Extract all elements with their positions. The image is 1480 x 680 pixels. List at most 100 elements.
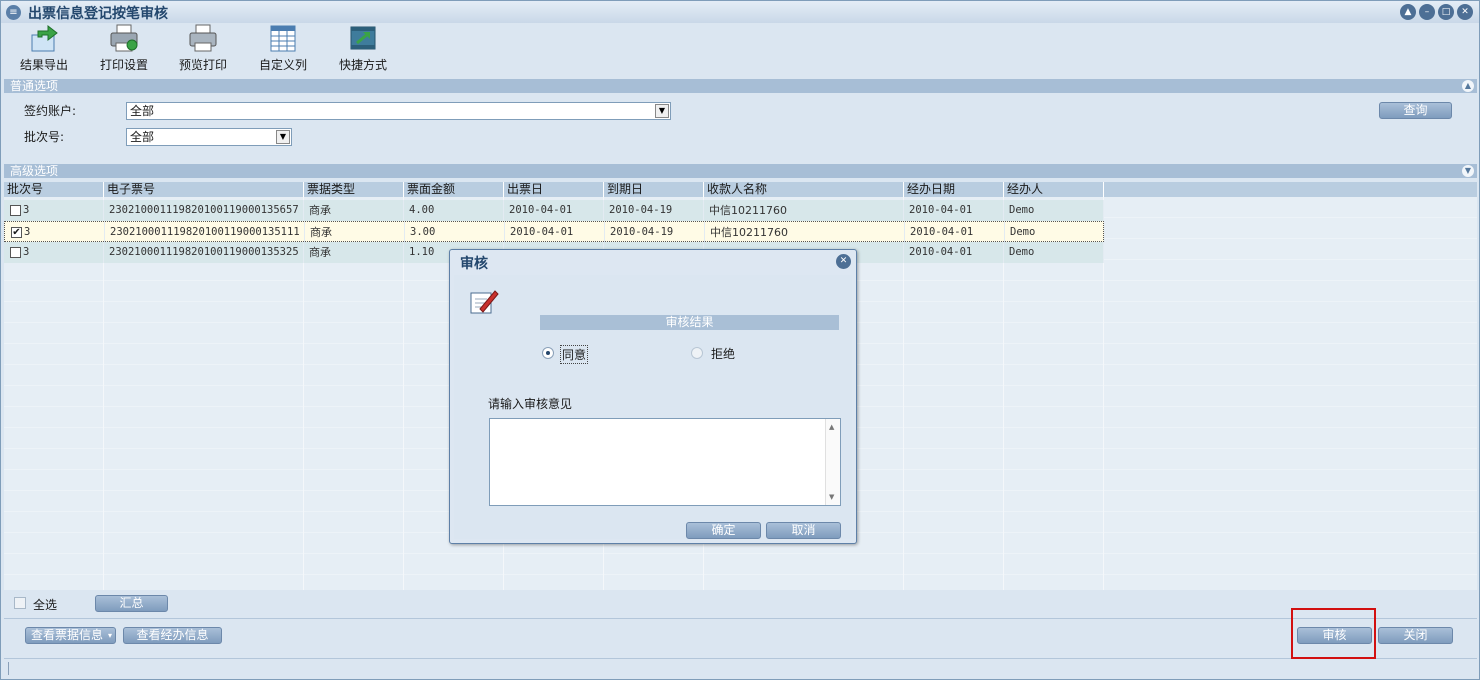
- dialog-title: 审核: [460, 256, 488, 272]
- edit-note-icon: [470, 290, 499, 314]
- title-bar: ≡ 出票信息登记按笔审核 ▲ – □ ✕: [1, 1, 1479, 23]
- chevron-down-icon[interactable]: ▼: [276, 130, 290, 144]
- select-all-checkbox[interactable]: [14, 597, 26, 609]
- audit-button-highlight: [1291, 608, 1376, 659]
- export-button[interactable]: 结果导出: [9, 23, 79, 77]
- shortcut-icon: [350, 26, 376, 50]
- reject-label[interactable]: 拒绝: [711, 345, 735, 362]
- cell-handler: Demo: [1005, 222, 1105, 243]
- grid-footer: 全选 汇总: [4, 593, 1477, 615]
- cell-due-date: 2010-04-19: [604, 200, 704, 221]
- column-header[interactable]: 到期日: [604, 182, 704, 197]
- account-label: 签约账户:: [24, 104, 77, 118]
- advanced-options-header[interactable]: 高级选项 ▼: [4, 164, 1477, 178]
- cell-amount: 3.00: [405, 222, 505, 243]
- chevron-down-icon[interactable]: ▼: [655, 104, 669, 118]
- window-menu-icon[interactable]: ≡: [6, 5, 21, 20]
- main-window: ≡ 出票信息登记按笔审核 ▲ – □ ✕ 结果导出 打印设置 预览打印 自定义列…: [0, 0, 1480, 680]
- status-bar: [4, 658, 1477, 678]
- column-header[interactable]: 票据类型: [304, 182, 404, 197]
- result-section-title: 审核结果: [540, 315, 839, 330]
- normal-options-header[interactable]: 普通选项 ▲: [4, 79, 1477, 93]
- column-header[interactable]: 出票日: [504, 182, 604, 197]
- cell-ticket-no: 230210001119820100119000135657: [104, 200, 304, 221]
- query-button[interactable]: 查询: [1379, 102, 1452, 119]
- cell-ticket-no: 230210001119820100119000135325: [104, 242, 304, 263]
- column-header[interactable]: 票面金额: [404, 182, 504, 197]
- close-button[interactable]: 关闭: [1378, 627, 1453, 644]
- action-bar: 查看票据信息 ▾ 查看经办信息 审核 关闭: [4, 618, 1477, 654]
- cell-handler: Demo: [1004, 242, 1104, 263]
- shortcut-button[interactable]: 快捷方式: [328, 23, 398, 77]
- print-settings-icon: [110, 24, 138, 52]
- print-preview-icon: [189, 24, 217, 52]
- cell-type: 商承: [305, 222, 405, 243]
- column-header[interactable]: 批次号: [4, 182, 104, 197]
- summary-button[interactable]: 汇总: [95, 595, 168, 612]
- column-header[interactable]: 经办人: [1004, 182, 1104, 197]
- cell-batch: 3: [21, 222, 105, 243]
- cell-type: 商承: [304, 242, 404, 263]
- account-select-value: 全部: [130, 104, 155, 118]
- maximize-icon[interactable]: □: [1438, 4, 1454, 20]
- textarea-scrollbar[interactable]: ▲ ▼: [825, 419, 840, 505]
- window-title: 出票信息登记按笔审核: [28, 6, 168, 22]
- grid-header: 批次号 电子票号 票据类型 票面金额 出票日 到期日 收款人名称 经办日期 经办…: [4, 182, 1477, 197]
- opinion-label: 请输入审核意见: [488, 397, 573, 411]
- help-icon[interactable]: ▲: [1400, 4, 1416, 20]
- window-controls: ▲ – □ ✕: [1400, 4, 1473, 20]
- cell-batch: 3: [20, 242, 104, 263]
- cell-due-date: 2010-04-19: [605, 222, 705, 243]
- print-settings-button[interactable]: 打印设置: [89, 23, 159, 77]
- view-handle-button[interactable]: 查看经办信息: [123, 627, 222, 644]
- confirm-button[interactable]: 确定: [686, 522, 761, 539]
- scroll-down-icon[interactable]: ▼: [829, 493, 834, 501]
- cell-handle-date: 2010-04-01: [904, 200, 1004, 221]
- close-icon[interactable]: ✕: [1457, 4, 1473, 20]
- account-select[interactable]: 全部 ▼: [126, 102, 671, 120]
- cell-issue-date: 2010-04-01: [504, 200, 604, 221]
- table-row-selected[interactable]: ✔ 3 230210001119820100119000135111 商承 3.…: [4, 221, 1105, 243]
- column-header[interactable]: 收款人名称: [704, 182, 904, 197]
- advanced-options-title: 高级选项: [10, 164, 59, 178]
- dialog-body: 审核结果 同意 拒绝 请输入审核意见 ▲ ▼ 确定 取消: [454, 275, 852, 539]
- cell-handle-date: 2010-04-01: [904, 242, 1004, 263]
- cell-ticket-no: 230210001119820100119000135111: [105, 222, 305, 243]
- audit-dialog: 审核 ✕ 审核结果 同意 拒绝 请输入审核意见 ▲ ▼ 确定 取消: [449, 249, 857, 544]
- view-ticket-button[interactable]: 查看票据信息 ▾: [25, 627, 116, 644]
- view-ticket-label: 查看票据信息: [31, 628, 104, 642]
- batch-label: 批次号:: [24, 130, 65, 144]
- cell-payee: 中信10211760: [705, 222, 905, 243]
- reject-radio[interactable]: [691, 347, 703, 359]
- export-icon: [31, 24, 58, 52]
- expand-icon[interactable]: ▼: [1462, 165, 1474, 177]
- batch-select[interactable]: 全部 ▼: [126, 128, 292, 146]
- cell-amount: 4.00: [404, 200, 504, 221]
- status-divider: [8, 662, 9, 675]
- agree-label[interactable]: 同意: [560, 345, 589, 364]
- collapse-icon[interactable]: ▲: [1462, 80, 1474, 92]
- cell-type: 商承: [304, 200, 404, 221]
- column-header[interactable]: 经办日期: [904, 182, 1004, 197]
- table-row[interactable]: 3 230210001119820100119000135657 商承 4.00…: [4, 200, 1104, 221]
- cancel-button[interactable]: 取消: [766, 522, 841, 539]
- normal-options-title: 普通选项: [10, 79, 59, 93]
- batch-select-value: 全部: [130, 130, 155, 144]
- cell-handler: Demo: [1004, 200, 1104, 221]
- cell-batch: 3: [20, 200, 104, 221]
- cell-handle-date: 2010-04-01: [905, 222, 1005, 243]
- custom-columns-icon: [270, 25, 296, 52]
- agree-radio[interactable]: [542, 347, 554, 359]
- dropdown-arrow-icon: ▾: [107, 631, 112, 640]
- custom-columns-button[interactable]: 自定义列: [248, 23, 318, 77]
- cell-issue-date: 2010-04-01: [505, 222, 605, 243]
- select-all-label: 全选: [33, 598, 58, 612]
- scroll-up-icon[interactable]: ▲: [829, 423, 834, 431]
- cell-payee: 中信10211760: [704, 200, 904, 221]
- column-header[interactable]: 电子票号: [104, 182, 304, 197]
- opinion-textarea[interactable]: ▲ ▼: [489, 418, 841, 506]
- print-preview-button[interactable]: 预览打印: [168, 23, 238, 77]
- dialog-close-icon[interactable]: ✕: [836, 254, 851, 269]
- toolbar: 结果导出 打印设置 预览打印 自定义列 快捷方式: [1, 23, 1479, 77]
- minimize-icon[interactable]: –: [1419, 4, 1435, 20]
